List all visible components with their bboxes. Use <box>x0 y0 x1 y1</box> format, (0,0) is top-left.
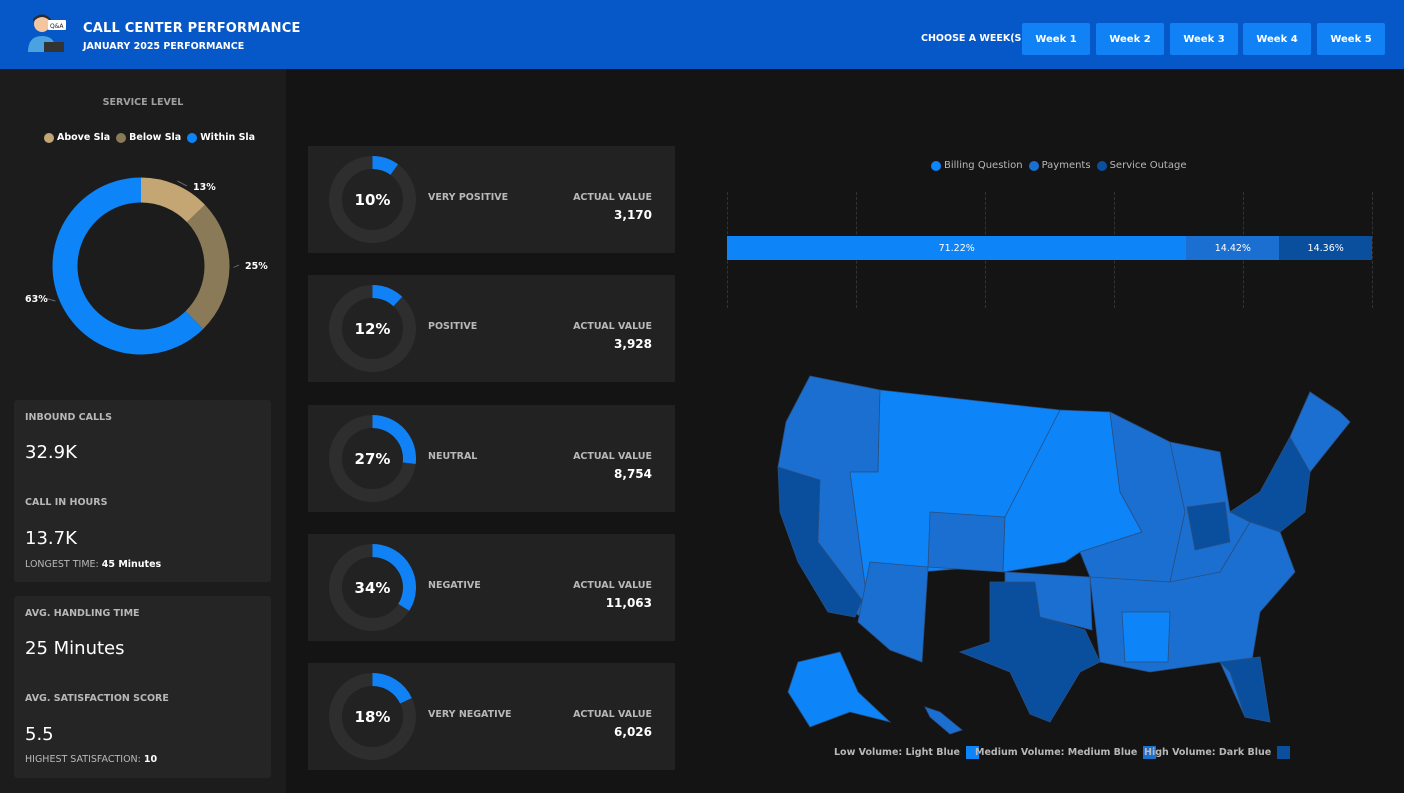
longest-time: LONGEST TIME: 45 Minutes <box>25 559 162 570</box>
map-legend-low: Low Volume: Light Blue <box>834 746 979 759</box>
header: Q&A CALL CENTER PERFORMANCE JANUARY 2025… <box>0 0 1404 69</box>
week-5-button[interactable]: Week 5 <box>1317 23 1385 55</box>
sentiment-percent: 18% <box>354 707 391 726</box>
map-region-colorado <box>927 511 1006 573</box>
satisfaction-value: 5.5 <box>25 724 54 745</box>
donut-data-label: 13% <box>193 182 216 193</box>
sentiment-percent: 34% <box>354 578 391 597</box>
actual-value: 6,026 <box>614 725 652 739</box>
call-center-agent-icon: Q&A <box>28 14 66 52</box>
sentiment-card-very-positive: 10% VERY POSITIVE ACTUAL VALUE 3,170 <box>308 146 675 253</box>
service-level-donut-chart: 13% 25% 63% <box>25 177 268 355</box>
donut-leader-line <box>177 180 188 187</box>
week-4-button[interactable]: Week 4 <box>1243 23 1311 55</box>
map-region-alaska <box>787 651 892 728</box>
week-1-button[interactable]: Week 1 <box>1022 23 1090 55</box>
service-level-title: SERVICE LEVEL <box>102 97 184 108</box>
actual-value: 3,170 <box>614 208 652 222</box>
page-title: CALL CENTER PERFORMANCE <box>83 21 301 36</box>
map-region-florida <box>1219 656 1271 723</box>
service-level-legend: Above Sla Below Sla Within Sla <box>44 132 255 143</box>
sentiment-card-neutral: 27% NEUTRAL ACTUAL VALUE 8,754 <box>308 405 675 512</box>
donut-slice-25% <box>185 204 230 330</box>
inbound-calls-label: INBOUND CALLS <box>25 412 112 423</box>
week-3-button[interactable]: Week 3 <box>1170 23 1238 55</box>
map-region-hawaii <box>924 706 963 735</box>
map-legend-high: High Volume: Dark Blue <box>1144 746 1291 759</box>
sentiment-name: VERY NEGATIVE <box>428 709 512 720</box>
donut-leader-line <box>233 264 240 268</box>
bar-segment-billing-question: 71.22% <box>727 236 1187 260</box>
satisfaction-label: AVG. SATISFACTION SCORE <box>25 693 169 704</box>
call-reason-stacked-bar: 71.22% 14.42% 14.36% <box>727 236 1372 260</box>
sentiment-card-positive: 12% POSITIVE ACTUAL VALUE 3,928 <box>308 275 675 382</box>
legend-above-sla: Above Sla <box>44 132 110 143</box>
sentiment-card-negative: 34% NEGATIVE ACTUAL VALUE 11,063 <box>308 534 675 641</box>
actual-value-label: ACTUAL VALUE <box>573 580 652 591</box>
bar-segment-payments: 14.42% <box>1186 236 1280 260</box>
actual-value-label: ACTUAL VALUE <box>573 451 652 462</box>
inbound-calls-value: 32.9K <box>25 442 77 463</box>
donut-data-label: 25% <box>245 261 268 272</box>
actual-value-label: ACTUAL VALUE <box>573 709 652 720</box>
donut-data-label: 63% <box>25 294 48 305</box>
sentiment-percent: 12% <box>354 319 391 338</box>
call-hours-value: 13.7K <box>25 528 77 549</box>
high-volume-swatch <box>1277 746 1291 759</box>
inbound-calls-card: INBOUND CALLS 32.9K CALL IN HOURS 13.7K … <box>14 400 271 582</box>
sentiment-name: NEUTRAL <box>428 451 478 462</box>
call-reason-legend: Billing Question Payments Service Outage <box>931 160 1186 171</box>
actual-value: 8,754 <box>614 467 652 481</box>
sentiment-name: VERY POSITIVE <box>428 192 509 203</box>
sentiment-name: NEGATIVE <box>428 580 481 591</box>
sentiment-card-very-negative: 18% VERY NEGATIVE ACTUAL VALUE 6,026 <box>308 663 675 770</box>
legend-below-sla: Below Sla <box>116 132 181 143</box>
aht-value: 25 Minutes <box>25 638 125 659</box>
legend-payments: Payments <box>1028 160 1091 171</box>
highest-satisfaction: HIGHEST SATISFACTION: 10 <box>25 754 158 765</box>
sentiment-name: POSITIVE <box>428 321 478 332</box>
map-region-arizona <box>857 561 929 663</box>
map-region-mississippi <box>1121 611 1171 663</box>
sentiment-percent: 10% <box>354 190 391 209</box>
map-region-ohio <box>1186 501 1231 551</box>
bar-segment-service-outage: 14.36% <box>1279 236 1372 260</box>
map-legend-medium: Medium Volume: Medium Blue <box>975 746 1157 759</box>
sentiment-percent: 27% <box>354 449 391 468</box>
svg-text:Q&A: Q&A <box>50 23 64 30</box>
actual-value-label: ACTUAL VALUE <box>573 192 652 203</box>
actual-value: 3,928 <box>614 337 652 351</box>
week-selector-label: CHOOSE A WEEK(S) <box>921 33 1026 44</box>
us-call-volume-map <box>777 375 1351 735</box>
page-subtitle: JANUARY 2025 PERFORMANCE <box>83 41 245 52</box>
actual-value: 11,063 <box>605 596 652 610</box>
legend-within-sla: Within Sla <box>187 132 255 143</box>
gridline <box>1372 192 1373 308</box>
aht-label: AVG. HANDLING TIME <box>25 608 140 619</box>
legend-billing-question: Billing Question <box>931 160 1023 171</box>
call-hours-label: CALL IN HOURS <box>25 497 108 508</box>
handling-satisfaction-card: AVG. HANDLING TIME 25 Minutes AVG. SATIS… <box>14 596 271 778</box>
legend-service-outage: Service Outage <box>1096 160 1186 171</box>
actual-value-label: ACTUAL VALUE <box>573 321 652 332</box>
week-2-button[interactable]: Week 2 <box>1096 23 1164 55</box>
